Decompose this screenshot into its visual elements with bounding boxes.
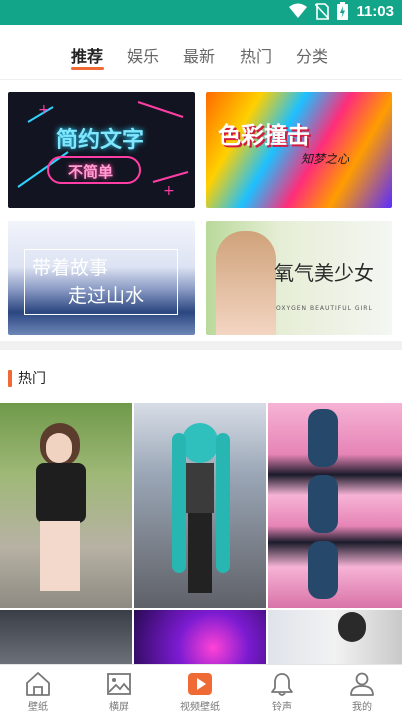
- video-play-icon: [188, 673, 212, 695]
- character-legs: [188, 513, 212, 593]
- character-hair: [182, 423, 218, 463]
- bell-icon: [271, 673, 293, 696]
- wallpaper-thumb[interactable]: [268, 610, 402, 664]
- no-sim-icon: [315, 2, 330, 20]
- tab-entertainment[interactable]: 娱乐: [127, 43, 159, 67]
- banner-color-clash[interactable]: 色彩撞击 知梦之心: [206, 92, 392, 208]
- banner-title: 色彩撞击: [218, 123, 310, 149]
- person-jacket: [36, 463, 86, 523]
- anime-figure: [308, 409, 338, 467]
- tab-latest[interactable]: 最新: [183, 43, 215, 67]
- clock: 11:03: [356, 2, 394, 20]
- svg-text:+: +: [163, 183, 175, 199]
- banner-subtitle: 不简单: [68, 163, 114, 181]
- person-legs: [40, 521, 80, 591]
- nav-label: 我的: [352, 702, 372, 713]
- nav-label: 壁纸: [28, 702, 48, 713]
- wallpaper-thumb[interactable]: [0, 610, 132, 664]
- nav-ringtone[interactable]: 铃声: [242, 671, 322, 713]
- hot-section-header: 热门: [8, 368, 46, 388]
- status-bar: 11:03: [0, 0, 402, 25]
- battery-charging-icon: [337, 2, 349, 20]
- anime-figure: [308, 475, 338, 533]
- banner-neon-text[interactable]: + + 简约文字 不简单: [8, 92, 195, 208]
- tab-category[interactable]: 分类: [296, 43, 328, 67]
- section-title: 热门: [18, 371, 46, 387]
- banner-subtitle: 走过山水: [68, 285, 145, 307]
- banner-oxygen-girl[interactable]: 氧气美少女 OXYGEN BEAUTIFUL GIRL: [206, 221, 392, 335]
- banner-title: 简约文字: [56, 128, 145, 153]
- section-divider: [0, 341, 402, 350]
- wallpaper-thumb[interactable]: [134, 610, 266, 664]
- tab-hot[interactable]: 热门: [240, 43, 272, 67]
- character-twintail: [172, 433, 186, 573]
- wifi-icon: [289, 3, 308, 18]
- svg-text:+: +: [38, 102, 50, 118]
- banner-subtitle: OXYGEN BEAUTIFUL GIRL: [276, 305, 373, 312]
- person-hair: [338, 612, 366, 642]
- wallpaper-thumb[interactable]: [0, 403, 132, 608]
- nav-label: 横屏: [109, 702, 129, 713]
- section-marker: [8, 369, 12, 387]
- banner-subtitle: 知梦之心: [301, 152, 350, 166]
- top-tab-bar: 推荐 娱乐 最新 热门 分类: [0, 25, 402, 80]
- wallpaper-thumb[interactable]: [268, 403, 402, 608]
- tab-recommend[interactable]: 推荐: [71, 43, 103, 67]
- banner-mountain-story[interactable]: 带着故事 走过山水: [8, 221, 195, 335]
- bottom-navigation: 壁纸 横屏 视频壁纸 铃声 我的: [0, 664, 402, 719]
- nav-video-wallpaper[interactable]: 视频壁纸: [160, 671, 240, 713]
- nav-profile[interactable]: 我的: [322, 671, 402, 713]
- banner-title: 带着故事: [32, 257, 109, 279]
- anime-figure: [308, 541, 338, 599]
- nav-wallpaper[interactable]: 壁纸: [0, 671, 78, 713]
- wallpaper-thumb[interactable]: [134, 403, 266, 608]
- active-tab-indicator: [71, 67, 104, 70]
- image-icon: [107, 673, 131, 695]
- banner-title: 氧气美少女: [274, 261, 374, 285]
- nav-landscape[interactable]: 横屏: [79, 671, 159, 713]
- user-icon: [350, 672, 374, 696]
- person-face: [46, 433, 72, 463]
- nav-label: 铃声: [272, 702, 292, 713]
- nav-label: 视频壁纸: [180, 702, 220, 713]
- girl-photo: [216, 231, 276, 335]
- character-body: [186, 463, 214, 513]
- character-twintail: [216, 433, 230, 573]
- home-icon: [26, 672, 50, 696]
